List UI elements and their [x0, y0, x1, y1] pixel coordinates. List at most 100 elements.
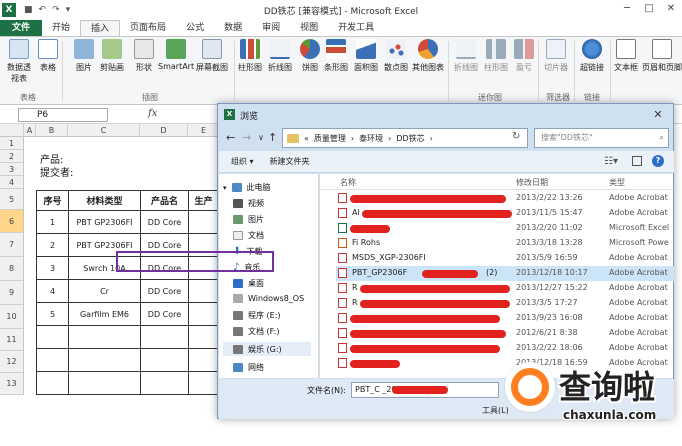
breadcrumb-item[interactable]: 质量管理: [314, 133, 346, 144]
cell-index[interactable]: 5: [36, 302, 69, 326]
nav-item-windows8-os[interactable]: Windows8_OS: [233, 294, 304, 303]
forward-icon[interactable]: →: [242, 131, 251, 144]
file-row[interactable]: R 2013/3/5 17:27 Adobe Acrobat: [336, 296, 674, 311]
organize-button[interactable]: 组织 ▾: [231, 156, 254, 167]
pie-chart-button[interactable]: 饼图: [300, 39, 320, 73]
refresh-icon[interactable]: ↻: [512, 131, 520, 142]
breadcrumb-item[interactable]: 泰环境: [359, 133, 383, 144]
column-header-a[interactable]: A: [24, 124, 36, 137]
tab-home[interactable]: 开始: [42, 20, 80, 36]
nav-item-drive-f[interactable]: 文档 (F:): [233, 326, 279, 337]
file-row[interactable]: 2013/9/23 16:08 Adobe Acrobat: [336, 311, 674, 326]
cell-product[interactable]: DD Core: [140, 302, 189, 326]
hyperlink-button[interactable]: 超链接: [580, 39, 604, 73]
header-index[interactable]: 序号: [36, 190, 69, 211]
file-row[interactable]: 2013/2/20 11:02 Microsoft Excel: [336, 221, 674, 236]
cell-production[interactable]: [188, 302, 219, 326]
nav-item-drive-e[interactable]: 程序 (E:): [233, 310, 281, 321]
cell-index[interactable]: 3: [36, 256, 69, 280]
sparkline-column-button[interactable]: 柱形图: [484, 39, 508, 73]
file-row[interactable]: Al 2013/11/5 15:47 Adobe Acrobat: [336, 206, 674, 221]
area-chart-button[interactable]: 面积图: [354, 39, 378, 73]
line-chart-button[interactable]: 折线图: [268, 39, 292, 73]
nav-item-desktop[interactable]: 桌面: [233, 278, 264, 289]
row-header-3[interactable]: 3: [0, 163, 24, 176]
cell-material[interactable]: Cr: [68, 279, 141, 303]
fx-icon[interactable]: fx: [148, 108, 157, 119]
row-header-9[interactable]: 9: [0, 281, 24, 305]
row-header-1[interactable]: 1: [0, 137, 24, 150]
slicer-button[interactable]: 切片器: [544, 39, 568, 73]
cell-production[interactable]: [188, 210, 219, 234]
tab-data[interactable]: 数据: [214, 20, 252, 36]
nav-item-drive-g[interactable]: 娱乐 (G:): [223, 342, 311, 356]
scatter-chart-button[interactable]: 散点图: [384, 39, 408, 73]
row-header-5[interactable]: 5: [0, 189, 24, 210]
header-material-type[interactable]: 材料类型: [68, 190, 141, 211]
select-all-corner[interactable]: [0, 124, 24, 137]
column-header-e[interactable]: E: [188, 124, 220, 137]
preview-pane-icon[interactable]: [632, 156, 642, 166]
close-icon[interactable]: ✕: [647, 107, 669, 122]
column-header-d[interactable]: D: [140, 124, 188, 137]
cell-material[interactable]: Garfilm EM6: [68, 302, 141, 326]
column-header-b[interactable]: B: [36, 124, 68, 137]
file-row[interactable]: 2013/2/22 13:26 Adobe Acrobat: [336, 191, 674, 206]
row-header-2[interactable]: 2: [0, 150, 24, 163]
clip-art-button[interactable]: 剪贴画: [100, 39, 124, 73]
column-type[interactable]: 类型: [609, 177, 625, 188]
row-header-10[interactable]: 10: [0, 305, 24, 329]
sparkline-line-button[interactable]: 折线图: [454, 39, 478, 73]
tab-developer[interactable]: 开发工具: [328, 20, 384, 36]
tab-insert[interactable]: 插入: [80, 20, 121, 36]
tab-page-layout[interactable]: 页面布局: [120, 20, 176, 36]
pivot-table-button[interactable]: 数据透视表: [4, 39, 34, 84]
cell-production[interactable]: [188, 279, 219, 303]
column-header-c[interactable]: C: [68, 124, 140, 137]
file-row[interactable]: Fi Rohs 2013/3/18 13:28 Microsoft Powe: [336, 236, 674, 251]
cell-index[interactable]: 1: [36, 210, 69, 234]
file-row[interactable]: 2012/6/21 8:38 Adobe Acrobat: [336, 326, 674, 341]
tab-file[interactable]: 文件: [0, 20, 43, 36]
column-date-modified[interactable]: 修改日期: [516, 177, 548, 188]
cell-product[interactable]: DD Core: [140, 279, 189, 303]
cell-index[interactable]: 4: [36, 279, 69, 303]
new-folder-button[interactable]: 新建文件夹: [270, 156, 310, 167]
recent-dropdown-icon[interactable]: ∨: [258, 133, 264, 142]
file-row-selected[interactable]: PBT_GP2306F (2) 2013/12/18 10:17 Adobe A…: [336, 266, 674, 281]
row-header-13[interactable]: 13: [0, 373, 24, 395]
sparkline-winloss-button[interactable]: 盈亏: [514, 39, 534, 73]
shapes-button[interactable]: 形状: [134, 39, 154, 73]
name-box[interactable]: P6: [18, 108, 108, 122]
close-icon[interactable]: ✕: [660, 0, 682, 18]
back-icon[interactable]: ←: [226, 131, 235, 144]
nav-item-network[interactable]: 网络: [233, 362, 264, 373]
table-button[interactable]: 表格: [38, 39, 58, 73]
help-icon[interactable]: ?: [652, 155, 664, 167]
row-header-6[interactable]: 6: [0, 210, 24, 233]
maximize-icon[interactable]: □: [638, 0, 660, 18]
row-header-11[interactable]: 11: [0, 329, 24, 351]
nav-item-videos[interactable]: 视频: [233, 198, 264, 209]
tab-review[interactable]: 审阅: [252, 20, 290, 36]
minimize-icon[interactable]: ─: [616, 0, 638, 18]
up-icon[interactable]: ↑: [268, 131, 277, 144]
address-bar[interactable]: « 质量管理 › 泰环境 › DD铁芯 ›: [282, 128, 528, 148]
header-production[interactable]: 生产: [188, 190, 219, 211]
text-box-button[interactable]: 文本框: [614, 39, 638, 73]
picture-button[interactable]: 图片: [74, 39, 94, 73]
nav-item-pictures[interactable]: 图片: [233, 214, 264, 225]
header-footer-button[interactable]: 页眉和页脚: [642, 39, 682, 73]
cell-material[interactable]: PBT GP2306FI: [68, 210, 141, 234]
tab-formulas[interactable]: 公式: [176, 20, 214, 36]
smartart-button[interactable]: SmartArt: [158, 39, 194, 71]
cell-index[interactable]: 2: [36, 233, 69, 257]
breadcrumb-item[interactable]: DD铁芯: [396, 133, 424, 144]
column-name[interactable]: 名称: [340, 177, 356, 188]
nav-item-this-pc[interactable]: ▾ 此电脑: [223, 182, 271, 193]
search-input[interactable]: 搜索"DD铁芯" ⌕: [534, 128, 669, 148]
row-header-7[interactable]: 7: [0, 233, 24, 257]
tab-view[interactable]: 视图: [290, 20, 328, 36]
file-row[interactable]: 2013/2/22 18:06 Adobe Acrobat: [336, 341, 674, 356]
filename-input[interactable]: PBT_C _20131113_(2): [351, 382, 499, 398]
